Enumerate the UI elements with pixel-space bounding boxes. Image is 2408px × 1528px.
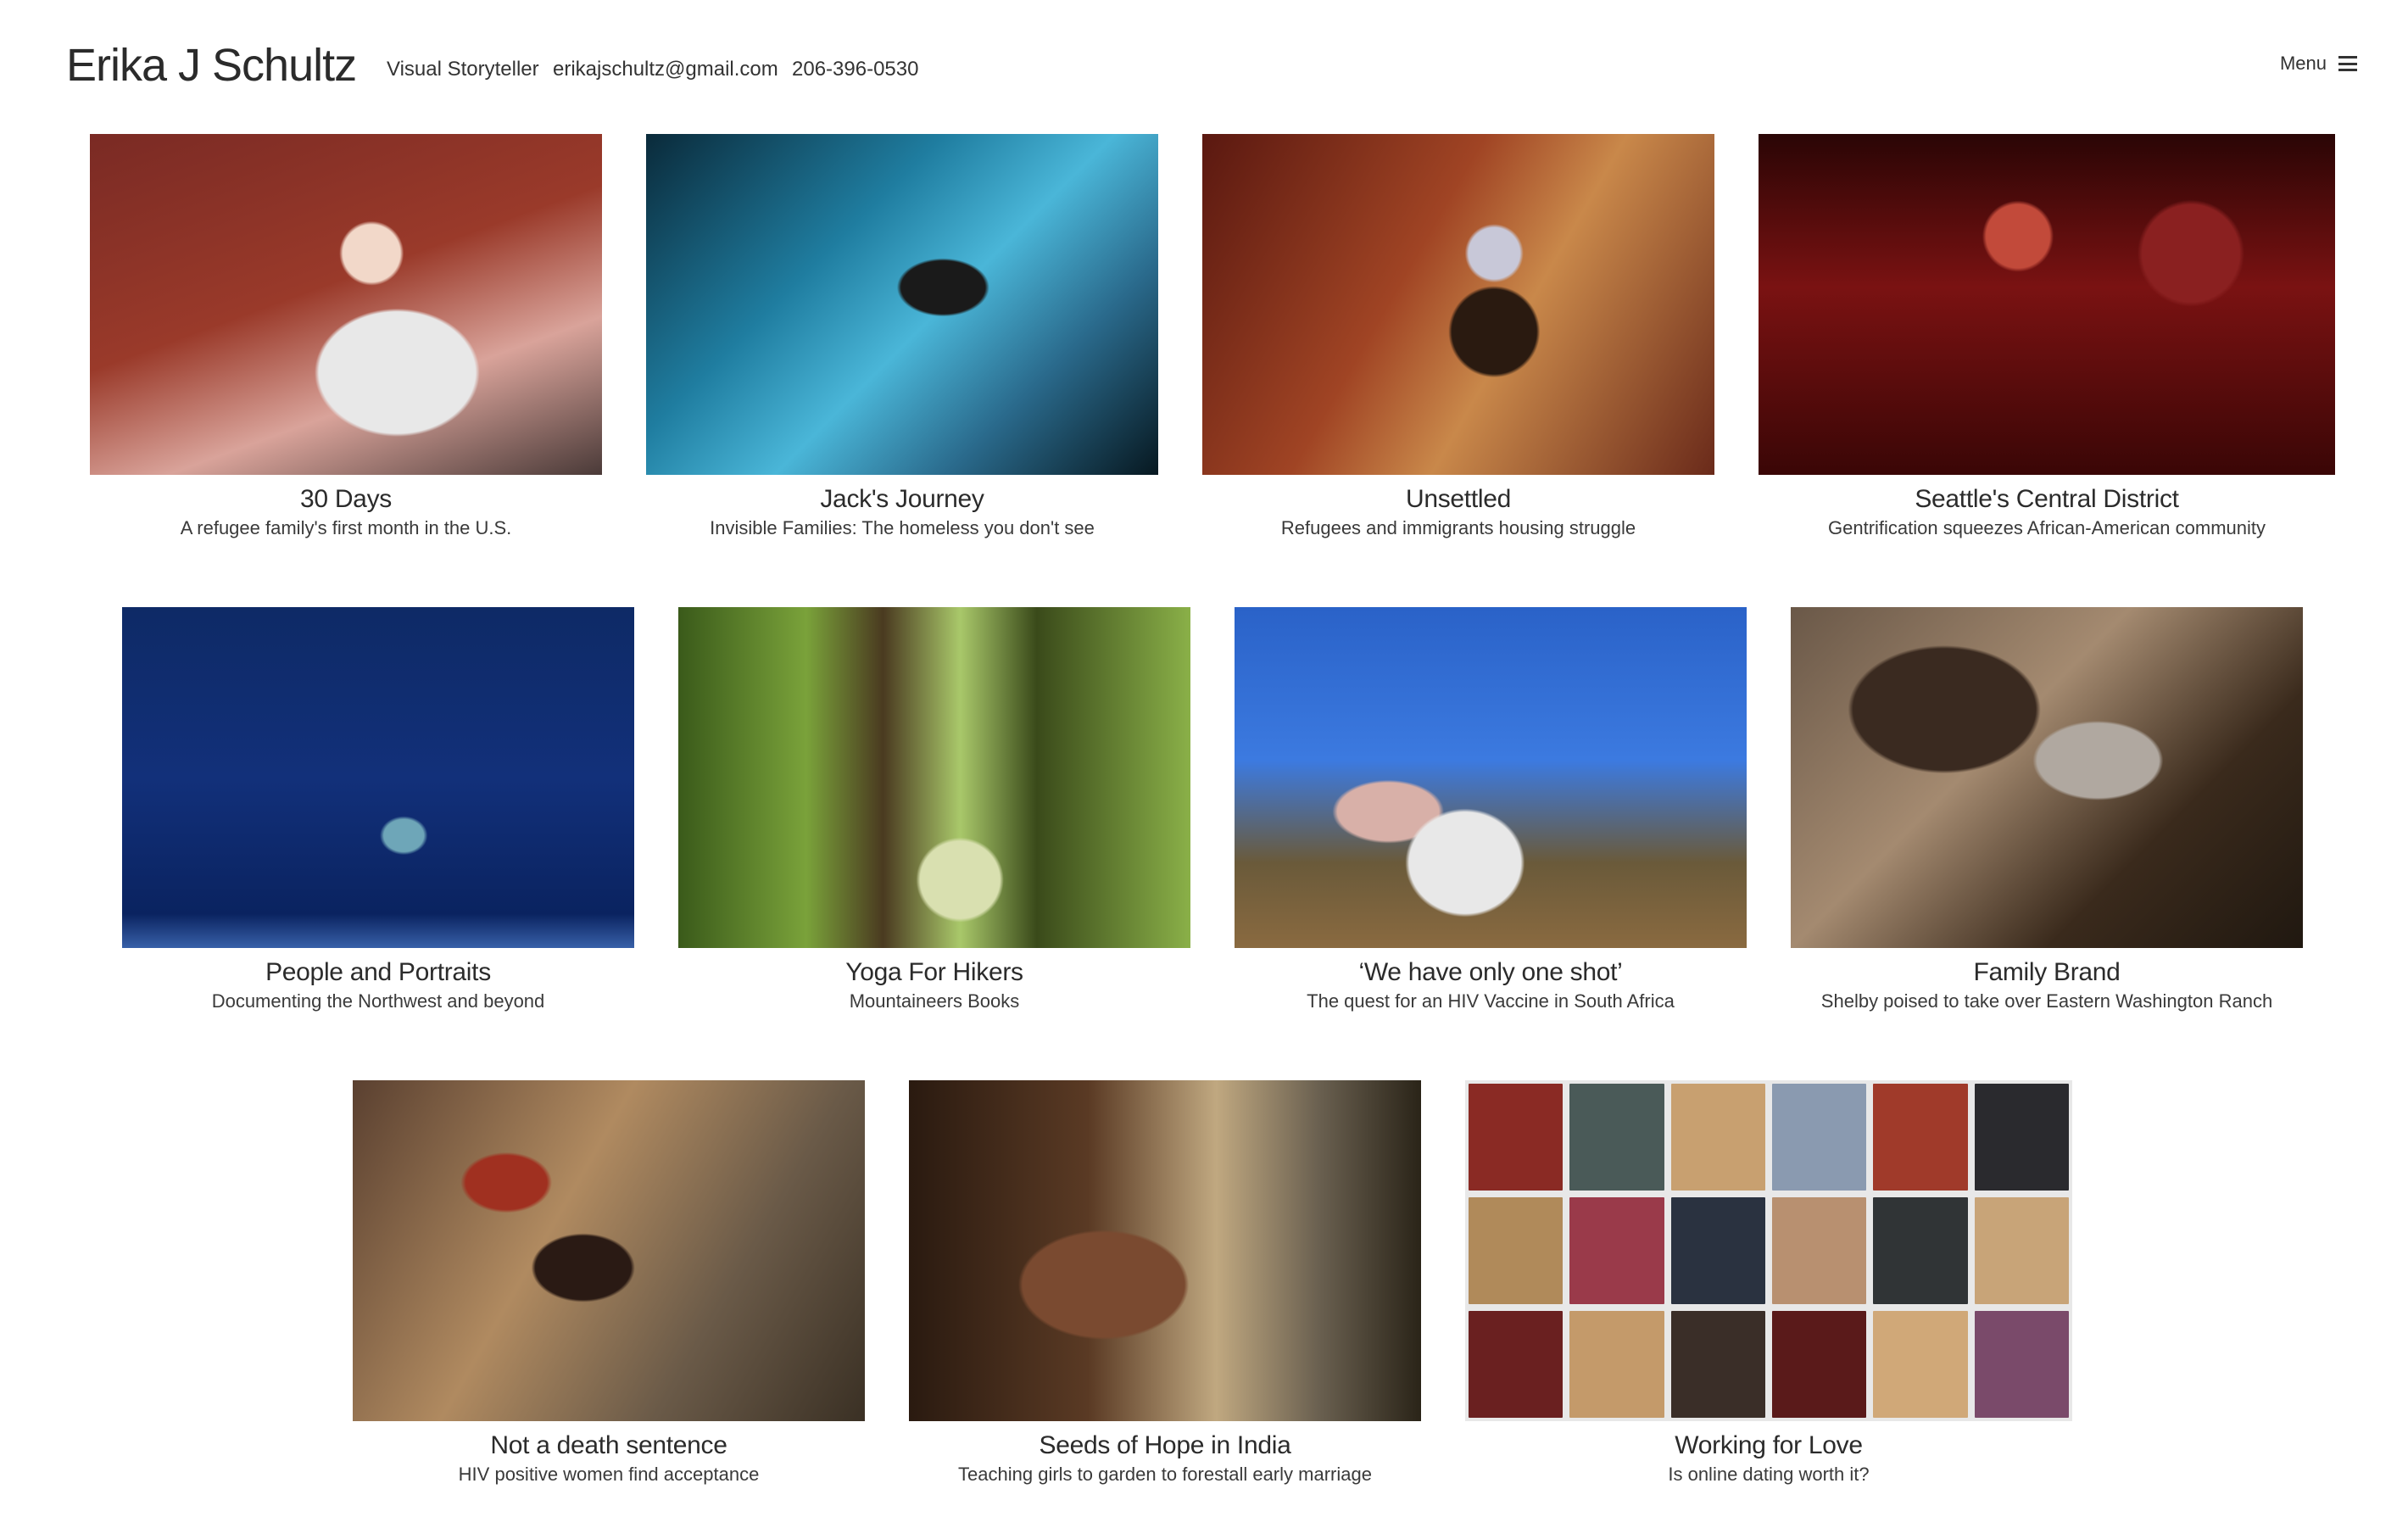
project-thumbnail[interactable] [646, 134, 1158, 475]
project-card[interactable]: Unsettled Refugees and immigrants housin… [1202, 134, 1714, 539]
project-card[interactable]: Jack's Journey Invisible Families: The h… [646, 134, 1158, 539]
hamburger-icon [2338, 56, 2357, 71]
collage-tile [1974, 1197, 2069, 1304]
site-header: Erika J Schultz Visual Storyteller erika… [0, 0, 2408, 127]
project-card[interactable]: Family Brand Shelby poised to take over … [1791, 607, 2303, 1012]
project-subtitle: Mountaineers Books [849, 990, 1020, 1012]
menu-button[interactable]: Menu [2280, 53, 2357, 75]
contact-email[interactable]: erikajschultz@gmail.com [553, 58, 778, 81]
project-title[interactable]: Yoga For Hikers [678, 958, 1190, 987]
project-card[interactable]: 30 Days A refugee family's first month i… [90, 134, 602, 539]
collage-tile [1469, 1197, 1564, 1304]
project-card[interactable]: Seattle's Central District Gentrificatio… [1759, 134, 2335, 539]
project-card[interactable]: ‘We have only one shot’ The quest for an… [1235, 607, 1747, 1012]
project-thumbnail[interactable] [1235, 607, 1747, 948]
collage-tile [1569, 1084, 1664, 1191]
project-thumbnail[interactable] [122, 607, 634, 948]
collage-tile [1772, 1084, 1867, 1191]
project-title[interactable]: Jack's Journey [646, 485, 1158, 514]
collage-tile [1569, 1311, 1664, 1418]
project-title[interactable]: Unsettled [1202, 485, 1714, 514]
project-thumbnail[interactable] [1791, 607, 2303, 948]
project-title[interactable]: People and Portraits [122, 958, 634, 987]
project-subtitle: Is online dating worth it? [1668, 1464, 1870, 1485]
project-thumbnail[interactable] [1202, 134, 1714, 475]
project-title[interactable]: Not a death sentence [353, 1431, 865, 1460]
collage-tile [1974, 1311, 2069, 1418]
project-subtitle: HIV positive women find acceptance [458, 1464, 760, 1485]
collage-tile [1873, 1084, 1968, 1191]
project-subtitle: The quest for an HIV Vaccine in South Af… [1307, 990, 1675, 1012]
collage-tile [1670, 1311, 1765, 1418]
project-thumbnail[interactable] [353, 1080, 865, 1421]
project-subtitle: Gentrification squeezes African-American… [1828, 517, 2266, 538]
project-title[interactable]: Family Brand [1791, 958, 2303, 987]
collage-tile [1772, 1197, 1867, 1304]
collage-tile [1670, 1084, 1765, 1191]
collage-tile [1569, 1197, 1664, 1304]
project-thumbnail[interactable] [1465, 1080, 2072, 1421]
project-thumbnail[interactable] [90, 134, 602, 475]
project-subtitle: Invisible Families: The homeless you don… [710, 517, 1095, 538]
collage-tile [1469, 1084, 1564, 1191]
project-card[interactable]: Yoga For Hikers Mountaineers Books [678, 607, 1190, 1012]
project-card[interactable]: People and Portraits Documenting the Nor… [122, 607, 634, 1012]
project-thumbnail[interactable] [909, 1080, 1421, 1421]
project-subtitle: Teaching girls to garden to forestall ea… [958, 1464, 1372, 1485]
project-thumbnail[interactable] [1759, 134, 2335, 475]
collage-tile [1772, 1311, 1867, 1418]
project-title[interactable]: 30 Days [90, 485, 602, 514]
menu-label: Menu [2279, 53, 2327, 74]
project-card[interactable]: Not a death sentence HIV positive women … [353, 1080, 865, 1486]
project-card[interactable]: Working for Love Is online dating worth … [1465, 1080, 2072, 1486]
contact-phone[interactable]: 206-396-0530 [792, 58, 918, 81]
project-title[interactable]: Seattle's Central District [1759, 485, 2335, 514]
collage-tile [1873, 1311, 1968, 1418]
collage-tile [1670, 1197, 1765, 1304]
project-thumbnail[interactable] [678, 607, 1190, 948]
collage-tile [1469, 1311, 1564, 1418]
site-title[interactable]: Erika J Schultz [66, 39, 357, 92]
collage-tile [1974, 1084, 2069, 1191]
project-subtitle: A refugee family's first month in the U.… [180, 517, 512, 538]
project-subtitle: Refugees and immigrants housing struggle [1280, 517, 1636, 538]
project-title[interactable]: ‘We have only one shot’ [1235, 958, 1747, 987]
project-subtitle: Shelby poised to take over Eastern Washi… [1820, 990, 2273, 1012]
project-subtitle: Documenting the Northwest and beyond [211, 990, 545, 1012]
site-role: Visual Storyteller [387, 58, 539, 81]
collage-tile [1873, 1197, 1968, 1304]
project-title[interactable]: Seeds of Hope in India [909, 1431, 1421, 1460]
project-title[interactable]: Working for Love [1465, 1431, 2072, 1460]
project-card[interactable]: Seeds of Hope in India Teaching girls to… [909, 1080, 1421, 1486]
